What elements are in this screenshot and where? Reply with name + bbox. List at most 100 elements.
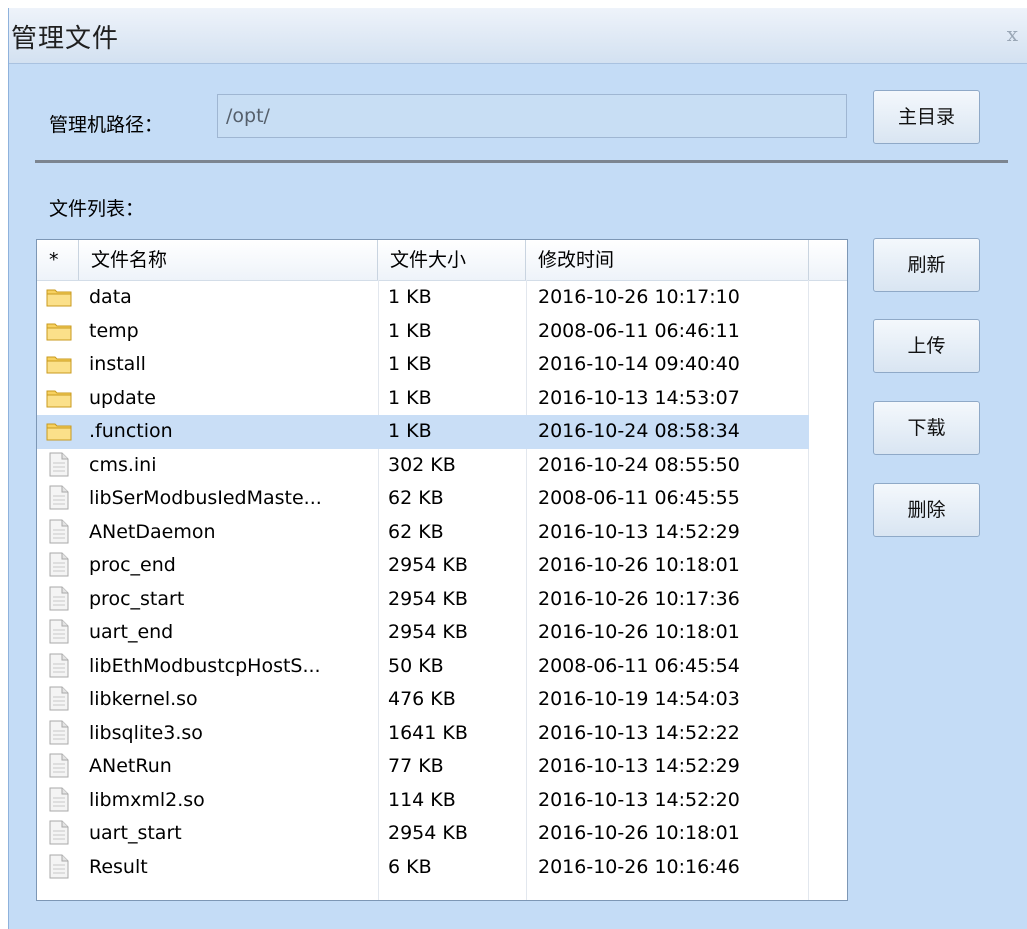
file-name: libmxml2.so xyxy=(89,788,205,811)
file-modified-time: 2016-10-26 10:17:36 xyxy=(538,587,740,610)
path-input[interactable] xyxy=(217,94,847,138)
folder-icon xyxy=(46,421,72,441)
table-row[interactable]: .function 1 KB 2016-10-24 08:58:34 xyxy=(37,415,809,449)
file-icon xyxy=(49,519,69,544)
file-icon xyxy=(49,452,69,477)
file-name: .function xyxy=(89,420,173,442)
table-row[interactable]: proc_end 2954 KB 2016-10-26 10:18:01 xyxy=(37,549,809,583)
file-size: 2954 KB xyxy=(388,587,468,610)
file-modified-time: 2008-06-11 06:45:54 xyxy=(538,654,740,677)
file-name: Result xyxy=(89,855,148,878)
file-list-table[interactable]: * 文件名称 文件大小 修改时间 data 1 KB 2016-10-26 10:1… xyxy=(36,239,848,901)
table-row[interactable]: Result 6 KB 2016-10-26 10:16:46 xyxy=(37,851,809,885)
table-row[interactable]: cms.ini 302 KB 2016-10-24 08:55:50 xyxy=(37,449,809,483)
file-name: libkernel.so xyxy=(89,688,198,710)
folder-icon xyxy=(46,388,72,408)
path-label: 管理机路径： xyxy=(49,114,164,136)
column-header-name[interactable]: 文件名称 xyxy=(79,240,378,280)
folder-icon xyxy=(46,354,72,374)
table-row[interactable]: install 1 KB 2016-10-14 09:40:40 xyxy=(37,348,809,382)
table-row[interactable]: temp 1 KB 2008-06-11 06:46:11 xyxy=(37,315,809,349)
file-name: temp xyxy=(89,319,139,342)
table-row[interactable]: update 1 KB 2016-10-13 14:53:07 xyxy=(37,382,809,416)
file-icon xyxy=(49,753,69,778)
table-row[interactable]: uart_end 2954 KB 2016-10-26 10:18:01 xyxy=(37,616,809,650)
file-icon xyxy=(49,619,69,644)
file-size: 50 KB xyxy=(388,654,444,677)
file-size: 1 KB xyxy=(388,319,432,342)
file-size: 1641 KB xyxy=(388,721,468,744)
file-modified-time: 2008-06-11 06:45:55 xyxy=(538,487,740,509)
table-row[interactable]: uart_start 2954 KB 2016-10-26 10:18:01 xyxy=(37,817,809,851)
file-icon xyxy=(49,686,69,711)
file-size: 2954 KB xyxy=(388,554,468,576)
file-size: 476 KB xyxy=(388,688,456,710)
file-name: libEthModbustcpHostS... xyxy=(89,654,321,677)
table-header: * 文件名称 文件大小 修改时间 xyxy=(37,240,847,281)
folder-icon xyxy=(46,321,72,341)
file-name: proc_start xyxy=(89,587,185,610)
file-modified-time: 2016-10-13 14:52:29 xyxy=(538,520,740,543)
file-name: proc_end xyxy=(89,554,176,576)
file-name: cms.ini xyxy=(89,453,157,476)
table-row[interactable]: libSerModbusIedMaste... 62 KB 2008-06-11 0… xyxy=(37,482,809,516)
table-row[interactable]: ANetDaemon 62 KB 2016-10-13 14:52:29 xyxy=(37,516,809,550)
file-modified-time: 2016-10-13 14:52:22 xyxy=(538,721,740,744)
upload-button[interactable]: 上传 xyxy=(873,319,980,373)
file-name: data xyxy=(89,286,132,308)
manage-files-dialog: 管理文件 x 管理机路径： 主目录 文件列表： * 文件名称 文件大小 修改时间… xyxy=(8,8,1027,929)
file-modified-time: 2016-10-26 10:18:01 xyxy=(538,822,740,844)
file-icon xyxy=(49,787,69,812)
file-size: 2954 KB xyxy=(388,822,468,844)
column-header-marker[interactable]: * xyxy=(37,240,79,280)
table-row[interactable]: libsqlite3.so 1641 KB 2016-10-13 14:52:22 xyxy=(37,717,809,751)
file-size: 302 KB xyxy=(388,453,456,476)
file-modified-time: 2016-10-26 10:17:10 xyxy=(538,286,740,308)
file-name: ANetDaemon xyxy=(89,520,216,543)
file-modified-time: 2016-10-13 14:52:29 xyxy=(538,755,740,777)
download-button[interactable]: 下载 xyxy=(873,401,980,455)
file-name: uart_end xyxy=(89,621,174,643)
file-size: 62 KB xyxy=(388,487,444,509)
file-modified-time: 2016-10-13 14:52:20 xyxy=(538,788,740,811)
file-name: libSerModbusIedMaste... xyxy=(89,487,322,509)
table-row[interactable]: proc_start 2954 KB 2016-10-26 10:17:36 xyxy=(37,583,809,617)
file-size: 1 KB xyxy=(388,353,432,375)
dialog-title: 管理文件 xyxy=(11,24,120,54)
table-row[interactable]: ANetRun 77 KB 2016-10-13 14:52:29 xyxy=(37,750,809,784)
table-row[interactable]: data 1 KB 2016-10-26 10:17:10 xyxy=(37,281,809,315)
file-icon xyxy=(49,485,69,510)
refresh-button[interactable]: 刷新 xyxy=(873,238,980,292)
delete-button[interactable]: 删除 xyxy=(873,483,980,537)
close-icon[interactable]: x xyxy=(1007,22,1018,46)
file-name: uart_start xyxy=(89,822,182,844)
title-bar[interactable]: 管理文件 x xyxy=(9,8,1027,64)
file-modified-time: 2016-10-26 10:16:46 xyxy=(538,855,740,878)
file-name: libsqlite3.so xyxy=(89,721,203,744)
table-row[interactable]: libkernel.so 476 KB 2016-10-19 14:54:03 xyxy=(37,683,809,717)
folder-icon xyxy=(46,287,72,307)
file-icon xyxy=(49,820,69,845)
file-modified-time: 2016-10-13 14:53:07 xyxy=(538,386,740,409)
home-directory-button[interactable]: 主目录 xyxy=(873,90,980,144)
divider xyxy=(35,160,1008,163)
file-modified-time: 2016-10-19 14:54:03 xyxy=(538,688,740,710)
table-row[interactable]: libmxml2.so 114 KB 2016-10-13 14:52:20 xyxy=(37,784,809,818)
file-size: 6 KB xyxy=(388,855,432,878)
file-modified-time: 2016-10-24 08:55:50 xyxy=(538,453,740,476)
file-size: 62 KB xyxy=(388,520,444,543)
file-size: 2954 KB xyxy=(388,621,468,643)
file-modified-time: 2016-10-14 09:40:40 xyxy=(538,353,740,375)
table-row[interactable]: libEthModbustcpHostS... 50 KB 2008-06-11 0… xyxy=(37,650,809,684)
file-name: ANetRun xyxy=(89,755,172,777)
file-size: 1 KB xyxy=(388,286,432,308)
file-modified-time: 2016-10-24 08:58:34 xyxy=(538,420,740,442)
file-icon xyxy=(49,720,69,745)
file-size: 1 KB xyxy=(388,420,432,442)
file-icon xyxy=(49,653,69,678)
file-icon xyxy=(49,552,69,577)
column-header-size[interactable]: 文件大小 xyxy=(378,240,526,280)
file-icon xyxy=(49,854,69,879)
file-name: update xyxy=(89,386,156,409)
column-header-modified[interactable]: 修改时间 xyxy=(526,240,809,280)
